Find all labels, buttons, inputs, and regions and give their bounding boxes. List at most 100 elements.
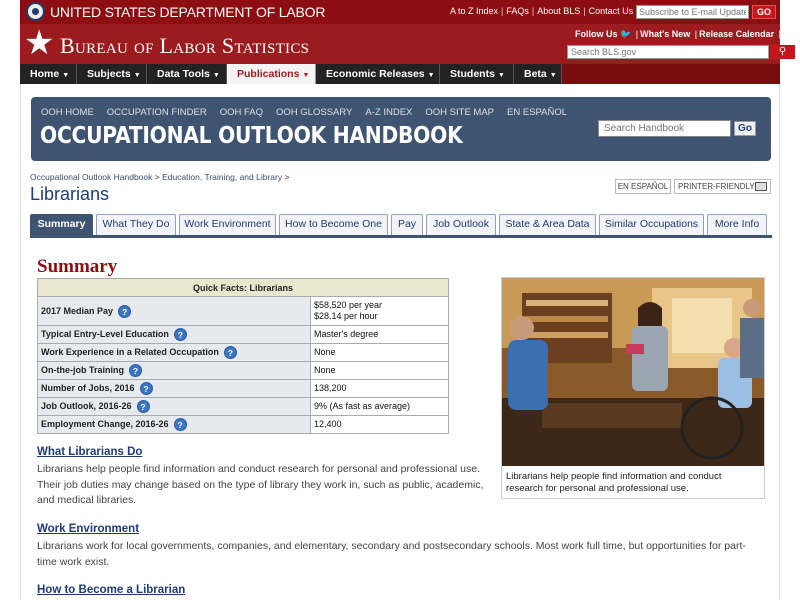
link-about-bls[interactable]: About BLS [537, 6, 580, 16]
row-value: 12,400 [310, 415, 449, 434]
bls-star-logo-icon[interactable]: ★ [24, 25, 54, 61]
how-to-become-link[interactable]: How to Become a Librarian [37, 584, 185, 596]
row-value: 138,200 [310, 379, 449, 398]
ooh-banner: OOH HOME OCCUPATION FINDER OOH FAQ OOH GLOS… [31, 97, 771, 161]
bls-header: ★ Bureau of Labor Statistics Follow Us 🐦… [20, 24, 800, 64]
dol-title[interactable]: UNITED STATES DEPARTMENT OF LABOR [50, 4, 325, 20]
tab-work-environment[interactable]: Work Environment [179, 214, 276, 235]
nav-data-tools[interactable]: Data Tools ▼ [147, 64, 227, 84]
tab-job-outlook[interactable]: Job Outlook [426, 214, 496, 235]
work-environment-text: Librarians work for local governments, c… [37, 540, 746, 568]
tab-what-they-do[interactable]: What They Do [96, 214, 176, 235]
follow-row: Follow Us 🐦 | What's New | Release Calenda… [575, 29, 800, 40]
nav-subjects[interactable]: Subjects ▼ [77, 64, 147, 84]
row-label: Typical Entry-Level Education [41, 328, 169, 339]
dol-seal-icon[interactable] [26, 2, 45, 21]
utility-links: A to Z Index | FAQs | About BLS | Contact Us [450, 6, 634, 16]
ooh-title[interactable]: OCCUPATIONAL OUTLOOK HANDBOOK [40, 123, 463, 149]
ooh-link-faq[interactable]: OOH FAQ [220, 107, 263, 118]
row-label: Number of Jobs, 2016 [41, 382, 135, 393]
row-label: Employment Change, 2016-26 [41, 418, 169, 429]
tab-how-to-become-one[interactable]: How to Become One [279, 214, 388, 235]
table-row: Typical Entry-Level Education? Master's … [37, 325, 449, 344]
nav-home-label: Home [30, 68, 60, 80]
bls-search-button[interactable]: ⚲ [770, 45, 795, 59]
caret-down-icon: ▼ [427, 72, 435, 79]
help-icon[interactable]: ? [118, 304, 132, 318]
whats-new-link[interactable]: What's New [640, 29, 690, 39]
nav-beta-label: Beta [524, 68, 547, 80]
work-environment-link[interactable]: Work Environment [37, 523, 139, 535]
help-icon[interactable]: ? [136, 400, 150, 413]
tab-similar-occupations[interactable]: Similar Occupations [599, 214, 704, 235]
twitter-icon[interactable]: 🐦 [620, 29, 631, 39]
follow-us-link[interactable]: Follow Us [575, 29, 618, 39]
table-row: On-the-job Training? None [37, 361, 449, 380]
caret-down-icon: ▼ [497, 72, 505, 79]
ooh-link-site-map[interactable]: OOH SITE MAP [425, 107, 494, 118]
handbook-go-button[interactable]: Go [734, 121, 756, 136]
nav-beta[interactable]: Beta ▼ [514, 64, 562, 84]
dol-top-bar: UNITED STATES DEPARTMENT OF LABOR A to Z… [20, 0, 780, 24]
quick-facts-table: Quick Facts: Librarians 2017 Median Pay?… [37, 278, 449, 434]
what-they-do-link[interactable]: What Librarians Do [37, 446, 142, 458]
ooh-links: OOH HOME OCCUPATION FINDER OOH FAQ OOH GLOS… [41, 107, 580, 118]
nav-home[interactable]: Home ▼ [20, 64, 77, 84]
nav-students-label: Students [450, 68, 495, 80]
nav-economic-releases-label: Economic Releases [326, 68, 425, 80]
row-value: None [310, 343, 449, 362]
caret-down-icon: ▼ [302, 72, 310, 79]
table-row: Job Outlook, 2016-26? 9% (As fast as ave… [37, 397, 449, 416]
link-a-to-z[interactable]: A to Z Index [450, 6, 498, 16]
bls-title[interactable]: Bureau of Labor Statistics [60, 33, 309, 59]
row-label: Job Outlook, 2016-26 [41, 400, 132, 411]
row-value: Master's degree [310, 325, 449, 344]
handbook-search-input[interactable] [598, 120, 731, 137]
ooh-link-a-z-index[interactable]: A-Z INDEX [365, 107, 412, 118]
row-label: Work Experience in a Related Occupation [41, 346, 219, 357]
table-row: 2017 Median Pay? $58,520 per year $28.14 … [37, 296, 449, 326]
caret-down-icon: ▼ [549, 72, 557, 79]
email-updates-input[interactable] [636, 5, 749, 19]
nav-publications[interactable]: Publications ▼ [227, 64, 316, 84]
search-icon: ⚲ [778, 46, 787, 57]
photo-caption: Librarians help people find information … [506, 471, 722, 494]
help-icon[interactable]: ? [173, 328, 187, 341]
summary-heading: Summary [37, 256, 118, 277]
breadcrumb-item[interactable]: Occupational Outlook Handbook [30, 172, 152, 182]
bls-search-input[interactable] [567, 45, 769, 59]
nav-economic-releases[interactable]: Economic Releases ▼ [316, 64, 440, 84]
nav-students[interactable]: Students ▼ [440, 64, 514, 84]
ooh-link-en-espanol[interactable]: EN ESPAÑOL [507, 107, 567, 118]
page-title: Librarians [30, 184, 110, 204]
help-icon[interactable]: ? [223, 346, 237, 359]
ooh-link-home[interactable]: OOH HOME [41, 107, 94, 118]
release-calendar-link[interactable]: Release Calendar [699, 29, 774, 39]
breadcrumb-item[interactable]: Education, Training, and Library [162, 172, 282, 182]
help-icon[interactable]: ? [139, 382, 153, 395]
tab-state-area-data[interactable]: State & Area Data [499, 214, 596, 235]
blog-link[interactable]: Blog [783, 29, 800, 39]
en-espanol-button[interactable]: EN ESPAÑOL [615, 179, 671, 194]
table-row: Number of Jobs, 2016? 138,200 [37, 379, 449, 398]
ooh-link-glossary[interactable]: OOH GLOSSARY [276, 107, 352, 118]
tab-more-info[interactable]: More Info [707, 214, 767, 235]
row-value-hourly: $28.14 per hour [314, 311, 378, 321]
tab-pay[interactable]: Pay [391, 214, 423, 235]
caret-down-icon: ▼ [212, 72, 220, 79]
printer-friendly-button[interactable]: PRINTER-FRIENDLY [674, 179, 771, 194]
ooh-link-occupation-finder[interactable]: OCCUPATION FINDER [107, 107, 207, 118]
row-value: 9% (As fast as average) [310, 397, 449, 416]
email-go-button[interactable]: GO [752, 5, 776, 19]
link-contact-us[interactable]: Contact Us [589, 6, 634, 16]
help-icon[interactable]: ? [173, 418, 187, 431]
help-icon[interactable]: ? [129, 364, 142, 377]
row-label: 2017 Median Pay [41, 305, 114, 316]
main-nav: Home ▼ Subjects ▼ Data Tools ▼ Publications… [20, 64, 780, 84]
tab-summary[interactable]: Summary [30, 214, 93, 235]
link-faqs[interactable]: FAQs [506, 6, 529, 16]
row-value: None [310, 361, 449, 380]
row-label: On-the-job Training [41, 364, 124, 375]
caret-down-icon: ▼ [62, 72, 70, 79]
table-row: Employment Change, 2016-26? 12,400 [37, 415, 449, 434]
